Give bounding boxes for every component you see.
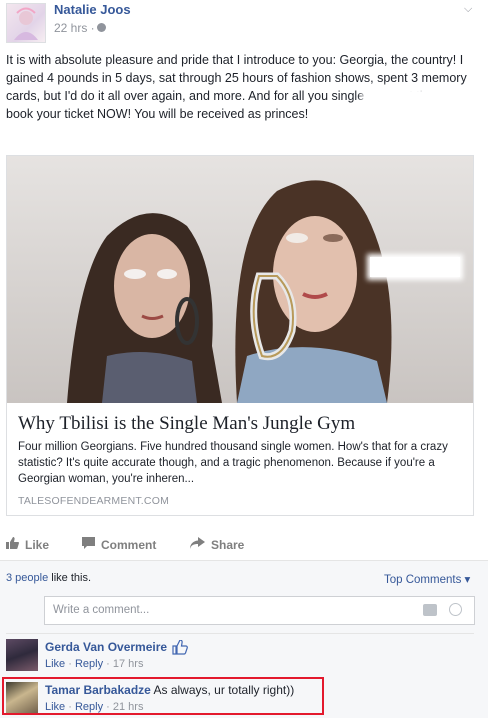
link-preview-card[interactable]: Why Tbilisi is the Single Man's Jungle G… <box>6 155 474 516</box>
redaction-overlay <box>4 594 40 628</box>
comment-meta: Like · Reply · 17 hrs <box>45 658 144 670</box>
comment-like-link[interactable]: Like <box>45 658 65 670</box>
likes-count-link[interactable]: 3 people <box>6 572 48 584</box>
camera-icon[interactable] <box>423 604 437 616</box>
link-preview-title[interactable]: Why Tbilisi is the Single Man's Jungle G… <box>18 413 468 435</box>
author-avatar[interactable] <box>6 3 46 43</box>
commenter-name[interactable]: Gerda Van Overmeire <box>45 640 167 654</box>
link-preview-description: Four million Georgians. Five hundred tho… <box>18 441 448 485</box>
globe-icon <box>97 23 106 32</box>
likes-summary: 3 people like this. <box>6 572 91 584</box>
comment-button-label: Comment <box>101 537 157 552</box>
top-comments-dropdown[interactable]: Top Comments ▾ <box>384 572 470 586</box>
likes-suffix: like this. <box>48 572 92 584</box>
post-timestamp[interactable]: 22 hrs · <box>54 21 95 35</box>
comment-button[interactable]: Comment <box>82 537 156 552</box>
chevron-down-icon[interactable]: ⌵ <box>464 3 472 16</box>
redaction-overlay <box>362 108 378 124</box>
comment-bubble-icon <box>82 537 95 552</box>
commenter-avatar[interactable] <box>6 639 38 671</box>
like-button-label: Like <box>25 537 50 552</box>
comment-time[interactable]: 17 hrs <box>113 658 144 670</box>
thumbs-up-sticker-icon <box>172 639 188 658</box>
redaction-overlay <box>370 257 460 277</box>
highlight-box <box>2 677 324 715</box>
emoji-icon[interactable] <box>449 603 462 616</box>
share-button-label: Share <box>211 537 245 552</box>
divider <box>6 633 474 634</box>
like-button[interactable]: Like <box>6 537 49 552</box>
thumbs-up-icon <box>6 537 19 552</box>
link-preview-image[interactable] <box>7 156 473 403</box>
comment-input-placeholder: Write a comment... <box>53 604 150 616</box>
comment-input[interactable]: Write a comment... <box>44 596 475 625</box>
author-name[interactable]: Natalie Joos <box>54 2 131 17</box>
comment-reply-link[interactable]: Reply <box>75 658 103 670</box>
link-preview-domain: TALESOFENDEARMENT.COM <box>18 495 170 507</box>
post-body-text: It is with absolute pleasure and pride t… <box>6 53 467 121</box>
share-arrow-icon <box>190 537 205 552</box>
share-button[interactable]: Share <box>190 537 244 552</box>
redaction-overlay <box>366 92 488 112</box>
